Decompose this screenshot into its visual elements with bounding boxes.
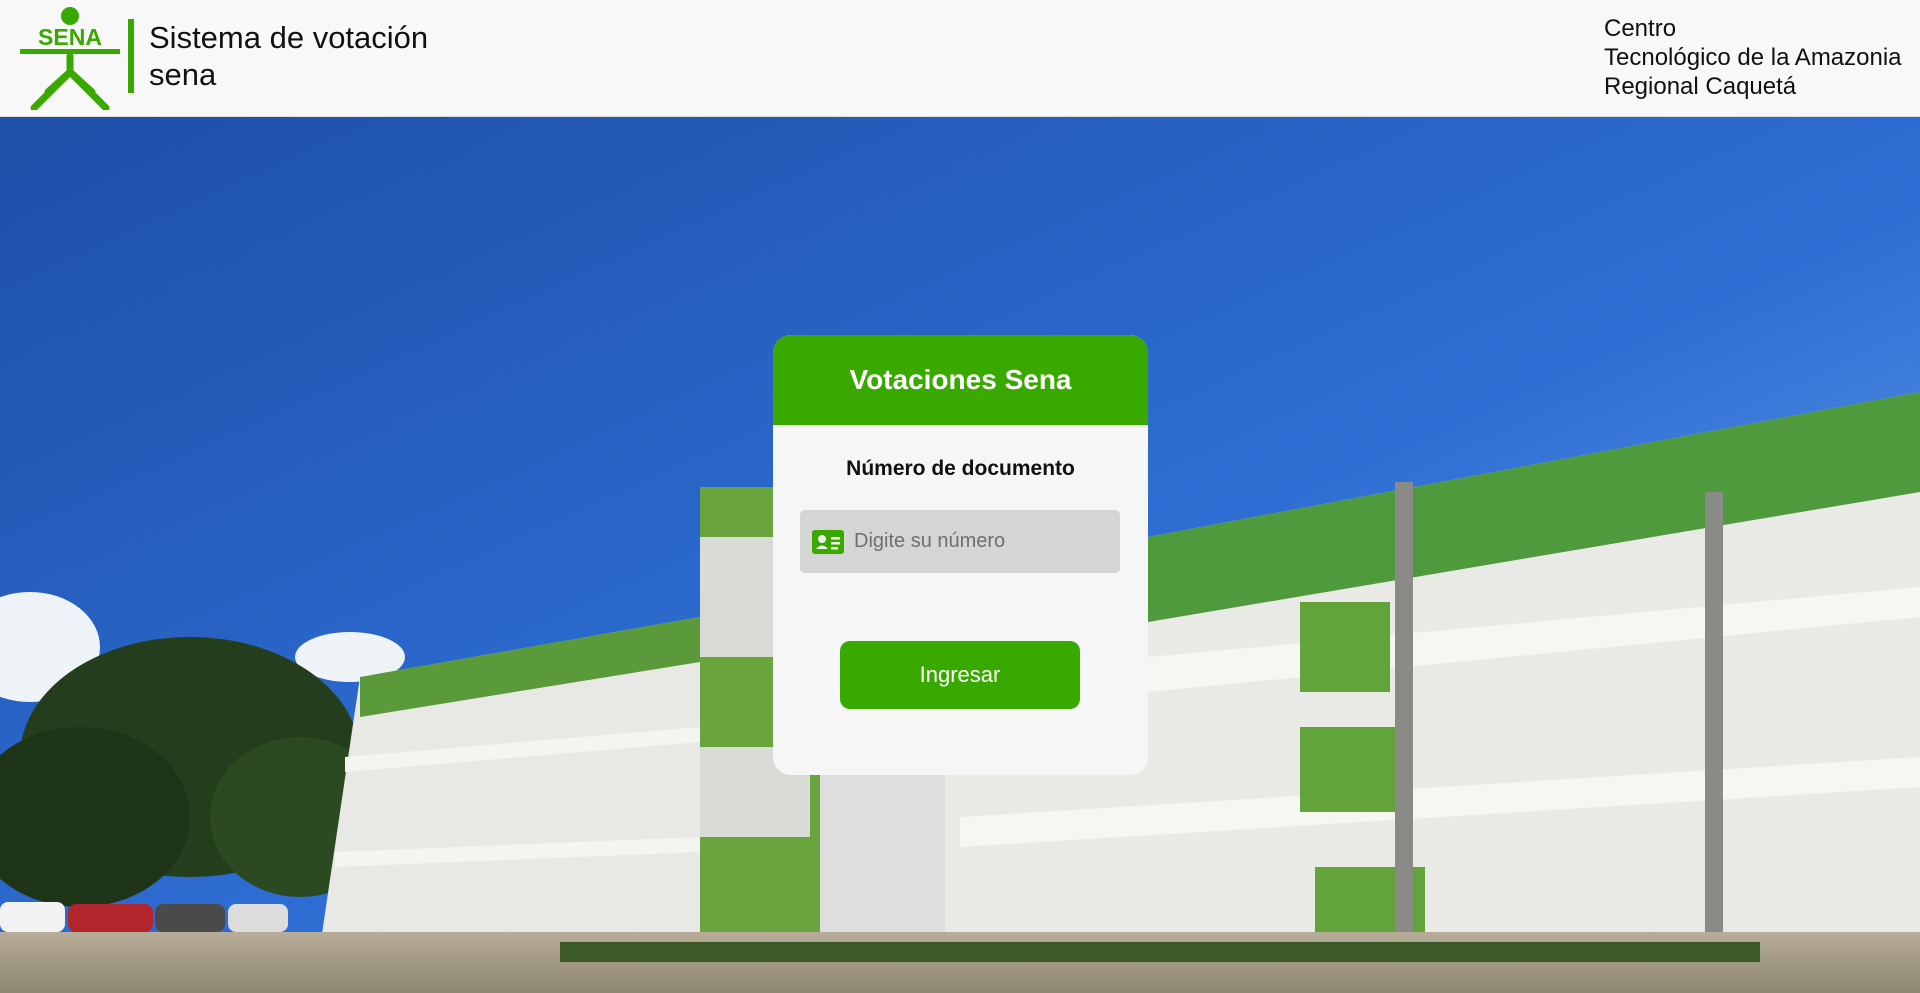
login-card-title: Votaciones Sena: [773, 335, 1148, 425]
document-number-input[interactable]: [844, 510, 1120, 573]
top-header: SENA Sistema de votación sena Centro Tec…: [0, 0, 1920, 117]
id-card-icon: [812, 529, 844, 554]
document-number-label: Número de documento: [846, 457, 1075, 480]
document-number-field[interactable]: [800, 510, 1120, 573]
login-card: Votaciones Sena Número de documento Ingr…: [773, 335, 1148, 775]
logo-divider: [128, 19, 134, 93]
svg-text:SENA: SENA: [38, 24, 102, 50]
sena-logo: SENA: [20, 7, 120, 110]
center-info: Centro Tecnológico de la Amazonia Region…: [1604, 14, 1902, 101]
center-name-line2: Tecnológico de la Amazonia: [1604, 44, 1902, 71]
app-title: Sistema de votación sena: [149, 19, 428, 93]
login-submit-button[interactable]: Ingresar: [840, 641, 1080, 709]
regional-name: Regional Caquetá: [1604, 73, 1797, 100]
app-title-line1: Sistema de votación: [149, 20, 429, 55]
center-name-line1: Centro: [1604, 15, 1677, 42]
app-title-line2: sena: [149, 57, 217, 92]
